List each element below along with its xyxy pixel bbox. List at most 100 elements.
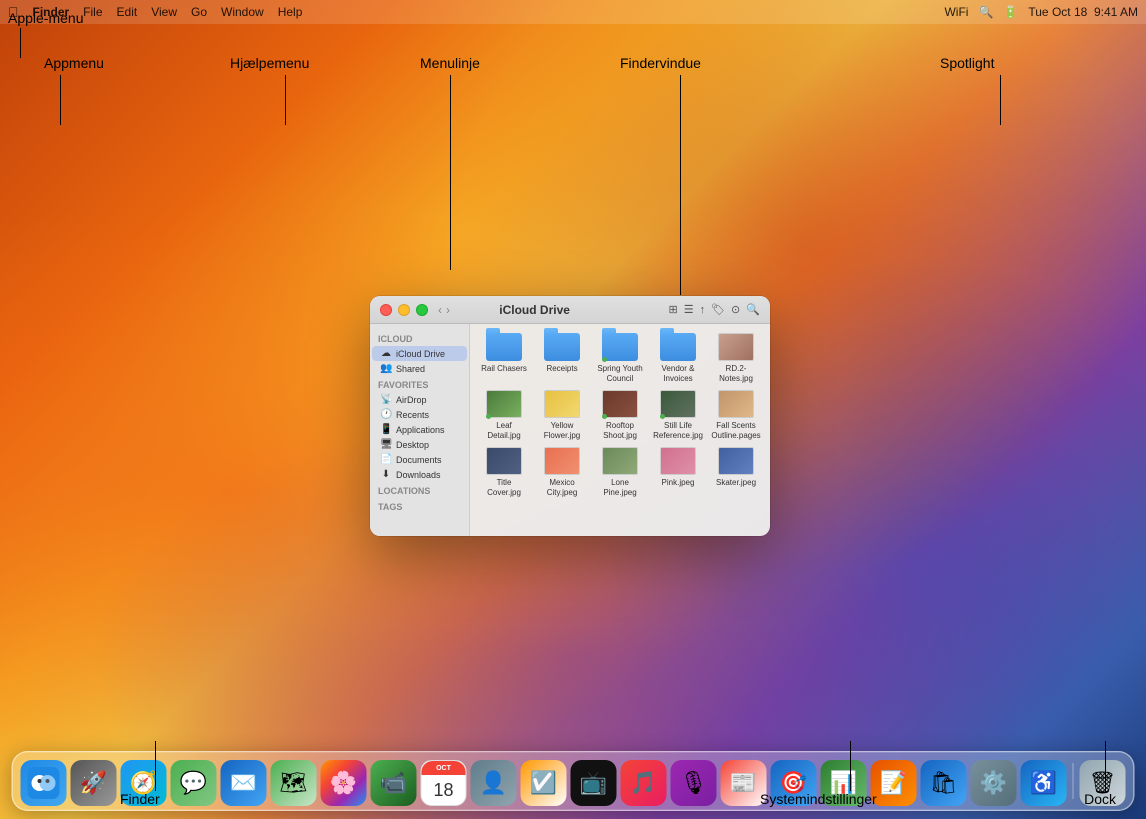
annotation-appmenu: Appmenu bbox=[44, 55, 104, 73]
menu-window[interactable]: Window bbox=[221, 5, 264, 19]
dock-icon-appstore[interactable]: 🛍 bbox=[921, 760, 967, 806]
forward-arrow[interactable]: › bbox=[446, 303, 450, 317]
connector-spotlight bbox=[1000, 75, 1001, 125]
files-grid: Rail Chasers Receipts Spring Youth Counc… bbox=[478, 332, 762, 498]
file-item[interactable]: Rooftop Shoot.jpg bbox=[594, 389, 646, 440]
menu-edit[interactable]: Edit bbox=[117, 5, 138, 19]
dock-icon-accessibility[interactable]: ♿ bbox=[1021, 760, 1067, 806]
file-item[interactable]: Lone Pine.jpeg bbox=[594, 446, 646, 497]
icloud-icon: ☁ bbox=[380, 348, 392, 359]
file-item[interactable]: Still Life Reference.jpg bbox=[652, 389, 704, 440]
maximize-button[interactable] bbox=[416, 304, 428, 316]
search-icon[interactable]: 🔍 bbox=[746, 303, 760, 316]
dock-icon-appletv[interactable]: 📺 bbox=[571, 760, 617, 806]
finder-window-title: iCloud Drive bbox=[499, 303, 570, 317]
dock-icon-maps[interactable]: 🗺 bbox=[271, 760, 317, 806]
airdrop-icon: 📡 bbox=[380, 394, 392, 405]
sidebar-section-icloud: iCloud bbox=[370, 330, 469, 346]
dock-icon-podcasts[interactable]: 🎙 bbox=[671, 760, 717, 806]
sidebar-item-icloud-drive[interactable]: ☁ iCloud Drive bbox=[372, 346, 467, 361]
file-name: Skater.jpeg bbox=[716, 478, 756, 488]
recents-icon: 🕐 bbox=[380, 409, 392, 420]
file-name: Spring Youth Council bbox=[595, 364, 645, 383]
share-icon[interactable]: ↑ bbox=[700, 304, 706, 316]
file-item[interactable]: RD.2-Notes.jpg bbox=[710, 332, 762, 383]
file-name: Rail Chasers bbox=[481, 364, 527, 374]
view-list-icon[interactable]: ☰ bbox=[684, 303, 694, 316]
sidebar-label-shared: Shared bbox=[396, 364, 425, 374]
battery-icon: 🔋 bbox=[1003, 5, 1018, 19]
file-item[interactable]: Spring Youth Council bbox=[594, 332, 646, 383]
menu-go[interactable]: Go bbox=[191, 5, 207, 19]
annotation-findervindue: Findervindue bbox=[620, 55, 701, 73]
action-icon[interactable]: ⊙ bbox=[731, 303, 740, 316]
file-item[interactable]: Title Cover.jpg bbox=[478, 446, 530, 497]
dock-icon-calendar[interactable]: OCT 18 bbox=[421, 760, 467, 806]
connector-appmenu bbox=[60, 75, 61, 125]
sidebar-item-airdrop[interactable]: 📡 AirDrop bbox=[372, 392, 467, 407]
annotation-systemindstillinger: Systemindstillinger bbox=[760, 791, 877, 809]
dock-icon-facetime[interactable]: 📹 bbox=[371, 760, 417, 806]
file-item[interactable]: Receipts bbox=[536, 332, 588, 383]
minimize-button[interactable] bbox=[398, 304, 410, 316]
annotation-apple-menu: Apple-menu bbox=[8, 10, 84, 28]
sidebar-label-airdrop: AirDrop bbox=[396, 395, 427, 405]
sidebar-label-desktop: Desktop bbox=[396, 440, 429, 450]
dock-icon-finder[interactable] bbox=[21, 760, 67, 806]
menu-file[interactable]: File bbox=[83, 5, 102, 19]
dock-icon-system-settings[interactable]: ⚙️ bbox=[971, 760, 1017, 806]
annotation-hjaelpemenu: Hjælpemenu bbox=[230, 55, 309, 73]
annotation-spotlight: Spotlight bbox=[940, 55, 994, 73]
connector-dock-bottom bbox=[1105, 741, 1106, 791]
file-item[interactable]: Yellow Flower.jpg bbox=[536, 389, 588, 440]
connector-settings-bottom bbox=[850, 741, 851, 791]
sidebar-section-locations: Locations bbox=[370, 482, 469, 498]
dock-icon-photos[interactable]: 🌸 bbox=[321, 760, 367, 806]
sidebar-item-applications[interactable]: 📱 Applications bbox=[372, 422, 467, 437]
file-item[interactable]: Pink.jpeg bbox=[652, 446, 704, 497]
connector-findervindue bbox=[680, 75, 681, 295]
file-item[interactable]: Vendor & Invoices bbox=[652, 332, 704, 383]
dock-icon-launchpad[interactable]: 🚀 bbox=[71, 760, 117, 806]
sidebar-section-favorites: Favorites bbox=[370, 376, 469, 392]
sidebar-item-desktop[interactable]: 🖥 Desktop bbox=[372, 437, 467, 452]
sidebar-item-downloads[interactable]: ⬇ Downloads bbox=[372, 467, 467, 482]
file-name: Leaf Detail.jpg bbox=[479, 421, 529, 440]
file-name: Rooftop Shoot.jpg bbox=[595, 421, 645, 440]
view-grid-icon[interactable]: ⊞ bbox=[668, 303, 677, 316]
file-item[interactable]: Fall Scents Outline.pages bbox=[710, 389, 762, 440]
dock-icon-pages[interactable]: 📝 bbox=[871, 760, 917, 806]
file-item[interactable]: Mexico City.jpeg bbox=[536, 446, 588, 497]
menu-view[interactable]: View bbox=[151, 5, 177, 19]
annotation-dock: Dock bbox=[1084, 791, 1116, 809]
sidebar-item-documents[interactable]: 📄 Documents bbox=[372, 452, 467, 467]
sidebar-item-recents[interactable]: 🕐 Recents bbox=[372, 407, 467, 422]
back-arrow[interactable]: ‹ bbox=[438, 303, 442, 317]
finder-body: iCloud ☁ iCloud Drive 👥 Shared Favorites… bbox=[370, 324, 770, 536]
dock-icon-music[interactable]: 🎵 bbox=[621, 760, 667, 806]
annotation-finder: Finder bbox=[120, 791, 160, 809]
tag-icon[interactable]: 🏷 bbox=[711, 303, 725, 316]
close-button[interactable] bbox=[380, 304, 392, 316]
dock-icon-mail[interactable]: ✉️ bbox=[221, 760, 267, 806]
sidebar-label-downloads: Downloads bbox=[396, 470, 441, 480]
sidebar-item-shared[interactable]: 👥 Shared bbox=[372, 361, 467, 376]
finder-titlebar: ‹ › iCloud Drive ⊞ ☰ ↑ 🏷 ⊙ 🔍 bbox=[370, 296, 770, 324]
dock-separator bbox=[1073, 763, 1074, 799]
desktop-icon: 🖥 bbox=[380, 439, 392, 450]
file-name: Receipts bbox=[546, 364, 577, 374]
connector-menulinje bbox=[450, 75, 451, 270]
search-icon[interactable]: 🔍 bbox=[978, 5, 993, 19]
sidebar-label-recents: Recents bbox=[396, 410, 429, 420]
menu-help[interactable]: Help bbox=[278, 5, 303, 19]
dock-icon-reminders[interactable]: ☑️ bbox=[521, 760, 567, 806]
dock-icon-messages[interactable]: 💬 bbox=[171, 760, 217, 806]
wifi-icon[interactable]: WiFi bbox=[944, 5, 968, 19]
file-name: Pink.jpeg bbox=[662, 478, 695, 488]
file-item[interactable]: Leaf Detail.jpg bbox=[478, 389, 530, 440]
dock-icon-contacts[interactable]: 👤 bbox=[471, 760, 517, 806]
sidebar-label-icloud-drive: iCloud Drive bbox=[396, 349, 445, 359]
shared-icon: 👥 bbox=[380, 363, 392, 374]
file-item[interactable]: Rail Chasers bbox=[478, 332, 530, 383]
file-item[interactable]: Skater.jpeg bbox=[710, 446, 762, 497]
